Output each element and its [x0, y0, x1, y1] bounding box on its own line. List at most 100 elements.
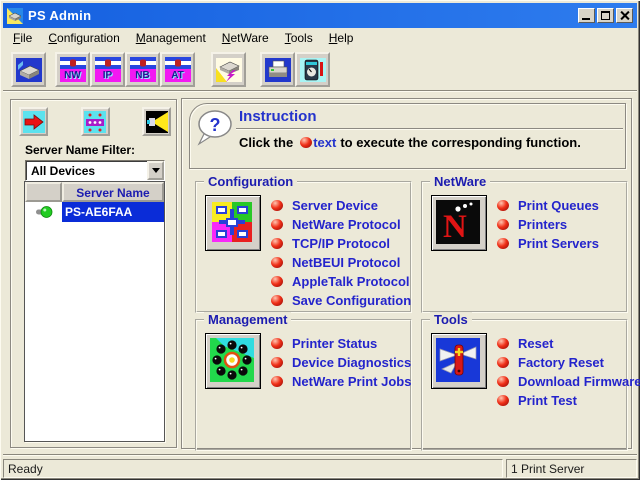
toolbar-netbeui-protocol-button[interactable]: NB: [125, 52, 160, 87]
ip-flag-icon: IP: [94, 57, 121, 82]
action-label: NetWare Protocol: [292, 217, 401, 232]
action-label: Save Configuration: [292, 293, 412, 308]
red-bullet-icon: [497, 395, 509, 406]
device-filter-combobox[interactable]: All Devices: [25, 160, 165, 181]
red-bullet-icon: [271, 376, 283, 387]
red-bullet-icon: [271, 276, 283, 287]
red-bullet-icon: [497, 357, 509, 368]
action-tcpip-protocol[interactable]: TCP/IP Protocol: [271, 234, 408, 253]
action-label: AppleTalk Protocol: [292, 274, 410, 289]
server-name-column-header: Server Name: [62, 182, 164, 202]
status-led-icon: [35, 206, 52, 218]
action-label: Print Servers: [518, 236, 599, 251]
management-group-title: Management: [204, 312, 292, 327]
action-netware-protocol[interactable]: NetWare Protocol: [271, 215, 408, 234]
action-print-servers[interactable]: Print Servers: [497, 234, 624, 253]
multimeter-icon: [299, 57, 326, 82]
server-name-cell: PS-AE6FAA: [62, 202, 164, 222]
server-name-filter-label: Server Name Filter:: [25, 143, 136, 157]
configuration-group-title: Configuration: [204, 174, 298, 189]
groupbox-netware: NetWare N Print Queues Printers Print Se…: [421, 174, 628, 313]
flag-label-nb: NB: [135, 69, 150, 81]
action-netbeui-protocol[interactable]: NetBEUI Protocol: [271, 253, 408, 272]
client-area: Server Name Filter: All Devices Server N…: [3, 90, 640, 456]
menubar: File Configuration Management NetWare To…: [3, 28, 637, 48]
instruction-title: Instruction: [239, 108, 317, 125]
question-bubble-icon: ?: [197, 110, 232, 146]
divider: [236, 128, 623, 130]
menu-netware[interactable]: NetWare: [214, 29, 277, 47]
red-bullet-icon: [271, 295, 283, 306]
instruction-panel: ? Instruction Click the text to execute …: [189, 103, 626, 169]
action-label: Print Test: [518, 393, 577, 408]
toolbar-tcpip-protocol-button[interactable]: IP: [90, 52, 125, 87]
printer-icon: [264, 57, 291, 82]
window-title: PS Admin: [28, 8, 92, 23]
menu-help[interactable]: Help: [321, 29, 362, 47]
sidebar-search-button[interactable]: [142, 107, 171, 136]
red-bullet-icon: [497, 200, 509, 211]
action-appletalk-protocol[interactable]: AppleTalk Protocol: [271, 272, 410, 291]
action-label: Print Queues: [518, 198, 599, 213]
groupbox-management: Management Printer Status Device Diagnos…: [195, 312, 412, 451]
toolbar-appletalk-protocol-button[interactable]: AT: [160, 52, 195, 87]
close-icon: [619, 10, 630, 21]
combobox-dropdown-button[interactable]: [147, 161, 164, 180]
menu-configuration[interactable]: Configuration: [40, 29, 127, 47]
action-label: Server Device: [292, 198, 379, 213]
toolbar-diagnostics-button[interactable]: [295, 52, 330, 87]
action-netware-print-jobs[interactable]: NetWare Print Jobs: [271, 372, 411, 391]
sidebar-filter-button[interactable]: [80, 107, 110, 136]
toolbar-save-config-button[interactable]: [211, 52, 246, 87]
action-label: Download Firmware: [518, 374, 640, 389]
action-factory-reset[interactable]: Factory Reset: [497, 353, 624, 372]
action-reset[interactable]: Reset: [497, 334, 624, 353]
action-label: Reset: [518, 336, 554, 351]
menu-management[interactable]: Management: [128, 29, 214, 47]
action-save-configuration[interactable]: Save Configuration: [271, 291, 412, 310]
action-printers[interactable]: Printers: [497, 215, 624, 234]
action-printer-status[interactable]: Printer Status: [271, 334, 408, 353]
instruction-text: Click the text to execute the correspond…: [239, 135, 581, 150]
status-column-header: [25, 182, 62, 202]
action-device-diagnostics[interactable]: Device Diagnostics: [271, 353, 411, 372]
red-bullet-icon: [271, 257, 283, 268]
red-bullet-icon: [271, 219, 283, 230]
server-row[interactable]: PS-AE6FAA: [25, 202, 164, 222]
action-download-firmware[interactable]: Download Firmware: [497, 372, 640, 391]
minimize-button[interactable]: [578, 8, 595, 23]
toolbar-printer-status-button[interactable]: [260, 52, 295, 87]
action-label: Printers: [518, 217, 568, 232]
server-count: 1 Print Server: [506, 459, 637, 478]
status-message: Ready: [3, 459, 503, 478]
sidebar-refresh-button[interactable]: [19, 107, 48, 136]
toolbar-server-device-button[interactable]: [11, 52, 46, 87]
netware-icon: N: [431, 195, 487, 251]
tools-icon: [431, 333, 487, 389]
server-list-pane: Server Name Filter: All Devices Server N…: [10, 99, 177, 448]
flag-label-at: AT: [171, 69, 184, 81]
red-bullet-icon: [300, 137, 313, 148]
flag-label-ip: IP: [102, 69, 113, 81]
action-print-queues[interactable]: Print Queues: [497, 196, 624, 215]
tools-group-title: Tools: [430, 312, 472, 327]
menu-file[interactable]: File: [5, 29, 40, 47]
action-label: Factory Reset: [518, 355, 604, 370]
instruction-link-word: text: [313, 135, 337, 150]
menu-tools[interactable]: Tools: [277, 29, 321, 47]
statusbar: Ready 1 Print Server: [3, 457, 637, 478]
server-listview: Server Name PS-AE6FAA: [24, 181, 165, 442]
red-bullet-icon: [497, 238, 509, 249]
close-button[interactable]: [616, 8, 633, 23]
toolbar-netware-protocol-button[interactable]: NW: [55, 52, 90, 87]
appletalk-flag-icon: AT: [164, 57, 191, 82]
red-bullet-icon: [497, 219, 509, 230]
action-label: Printer Status: [292, 336, 378, 351]
groupbox-tools: Tools Reset Factory Reset Download Firmw…: [421, 312, 640, 451]
instruction-text-prefix: Click the: [239, 135, 294, 150]
app-window: PS Admin File Configuration Management N…: [0, 0, 640, 480]
maximize-button[interactable]: [597, 8, 614, 23]
action-print-test[interactable]: Print Test: [497, 391, 624, 410]
server-device-icon: [15, 57, 42, 82]
action-server-device[interactable]: Server Device: [271, 196, 408, 215]
